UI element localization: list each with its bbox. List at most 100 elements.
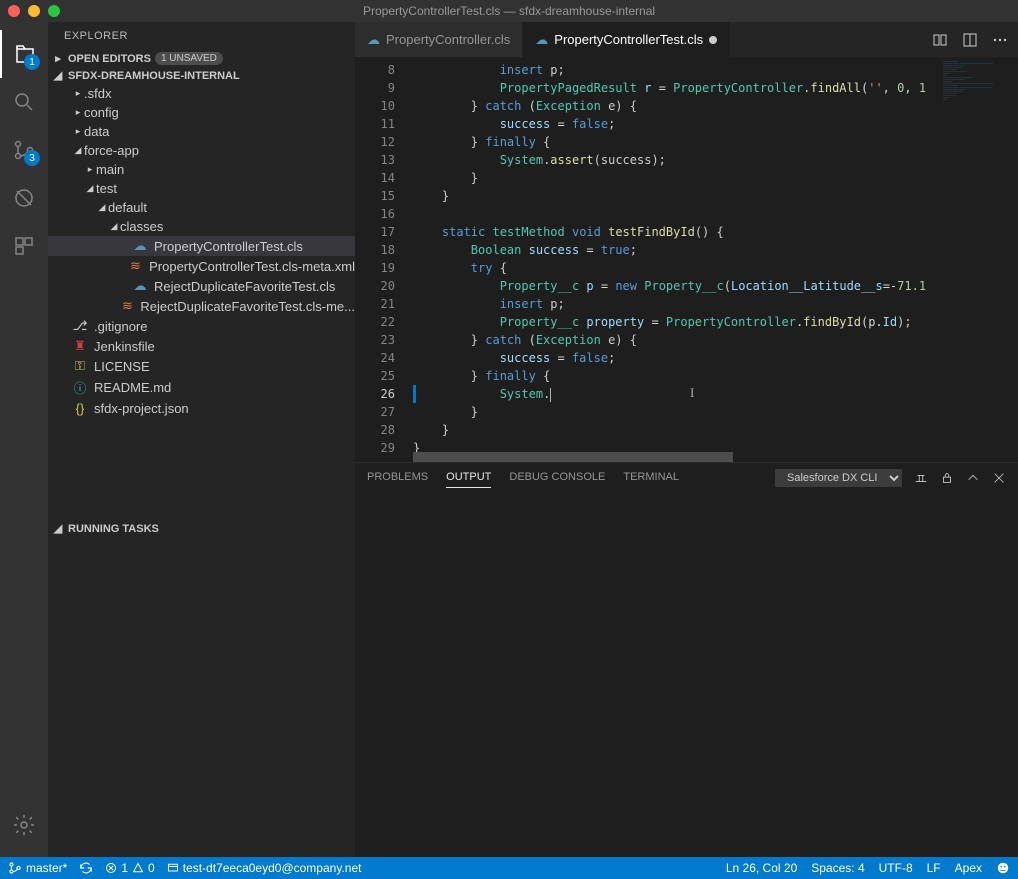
text-cursor-icon: I: [690, 385, 694, 401]
eol[interactable]: LF: [927, 861, 941, 875]
chevron-right-icon: ▸: [72, 88, 84, 99]
dirty-indicator: [709, 36, 717, 44]
tree-item[interactable]: ▸data: [48, 122, 355, 141]
tree-item[interactable]: ◢test: [48, 179, 355, 198]
explorer-icon[interactable]: 1: [0, 30, 48, 78]
close-panel-icon[interactable]: [992, 471, 1006, 485]
window-title: PropertyControllerTest.cls — sfdx-dreamh…: [363, 4, 655, 18]
chevron-down-icon: ◢: [108, 221, 120, 232]
panel-tab-debug-console[interactable]: DEBUG CONSOLE: [509, 467, 605, 488]
panel-tab-output[interactable]: OUTPUT: [446, 467, 491, 488]
chevron-down-icon: ◢: [52, 522, 64, 535]
tree-item-label: README.md: [94, 380, 171, 395]
bottom-panel: PROBLEMS OUTPUT DEBUG CONSOLE TERMINAL Sale…: [355, 462, 1018, 857]
project-header[interactable]: ◢ SFDX-DREAMHOUSE-INTERNAL: [48, 67, 355, 84]
tree-item[interactable]: ⚿ LICENSE: [48, 356, 355, 376]
tree-item-label: default: [108, 200, 147, 215]
debug-icon[interactable]: [0, 174, 48, 222]
git-icon: ⎇: [72, 318, 88, 334]
horizontal-scrollbar[interactable]: [355, 452, 1018, 462]
cursor-position[interactable]: Ln 26, Col 20: [726, 861, 797, 875]
tree-item[interactable]: ◢default: [48, 198, 355, 217]
tree-item[interactable]: ☁ PropertyControllerTest.cls: [48, 236, 355, 256]
chevron-down-icon: ◢: [96, 202, 108, 213]
cloud-icon: ☁: [132, 278, 148, 294]
tree-item[interactable]: ≋PropertyControllerTest.cls-meta.xml: [48, 256, 355, 276]
tab-label: PropertyController.cls: [386, 32, 510, 47]
license-icon: ⚿: [72, 358, 88, 374]
collapse-panel-icon[interactable]: [966, 471, 980, 485]
tree-item[interactable]: ▸.sfdx: [48, 84, 355, 103]
open-editors-label: OPEN EDITORS: [68, 53, 151, 65]
json-icon: {}: [72, 401, 88, 416]
sync-icon[interactable]: [79, 861, 93, 875]
chevron-down-icon: ◢: [52, 69, 64, 82]
more-icon[interactable]: [992, 32, 1008, 48]
tree-item[interactable]: ☁RejectDuplicateFavoriteTest.cls: [48, 276, 355, 296]
titlebar: PropertyControllerTest.cls — sfdx-dreamh…: [0, 0, 1018, 22]
unsaved-badge: 1 UNSAVED: [155, 52, 223, 65]
branch-name: master*: [26, 861, 67, 875]
indentation[interactable]: Spaces: 4: [811, 861, 864, 875]
chevron-right-icon: ▸: [72, 126, 84, 137]
tree-item-label: sfdx-project.json: [94, 401, 189, 416]
tree-item-label: Jenkinsfile: [94, 339, 155, 354]
editor-tab[interactable]: ☁ PropertyController.cls: [355, 22, 523, 57]
tree-item[interactable]: ◢classes: [48, 217, 355, 236]
open-editors-header[interactable]: ▸ OPEN EDITORS 1 UNSAVED: [48, 50, 355, 67]
tree-item-label: LICENSE: [94, 359, 150, 374]
cloud-icon: ☁: [367, 32, 380, 48]
scrollbar-thumb[interactable]: [413, 452, 733, 462]
tree-item[interactable]: ◢force-app: [48, 141, 355, 160]
tree-item-label: .gitignore: [94, 319, 147, 334]
tree-item[interactable]: ⓘ README.md: [48, 376, 355, 399]
running-tasks-header[interactable]: ◢ RUNNING TASKS: [48, 520, 355, 537]
tree-item-label: RejectDuplicateFavoriteTest.cls-me...: [140, 299, 355, 314]
minimap[interactable]: ▪▪▪▪▪▪▪▪▪▪▪▪▪▪▪▪▪▪▪▪▪▪▪▪▪▪▪▪▪▪▪▪▪▪▪▪▪▪▪▪…: [938, 57, 1018, 452]
clear-output-icon[interactable]: [914, 471, 928, 485]
error-count: 1: [121, 861, 128, 875]
file-tree: ▸.sfdx▸config▸data◢force-app▸main◢test◢d…: [48, 84, 355, 418]
problems-status[interactable]: 1 0: [105, 861, 154, 875]
feedback-icon[interactable]: [996, 861, 1010, 875]
chevron-right-icon: ▸: [52, 52, 64, 65]
tree-item-label: classes: [120, 219, 163, 234]
lock-scroll-icon[interactable]: [940, 471, 954, 485]
remote-org[interactable]: test-dt7eeca0eyd0@company.net: [167, 861, 362, 875]
split-editor-icon[interactable]: [962, 32, 978, 48]
editor-area: ☁ PropertyController.cls ☁PropertyControll…: [355, 22, 1018, 857]
rss-icon: ≋: [128, 258, 143, 274]
encoding[interactable]: UTF-8: [879, 861, 913, 875]
cloud-icon: ☁: [132, 238, 148, 254]
editor-body[interactable]: 8910111213141516171819202122232425262728…: [355, 57, 1018, 452]
maximize-window[interactable]: [48, 5, 60, 17]
extensions-icon[interactable]: [0, 222, 48, 270]
sidebar-title: EXPLORER: [48, 22, 355, 50]
minimize-window[interactable]: [28, 5, 40, 17]
project-name: SFDX-DREAMHOUSE-INTERNAL: [68, 70, 240, 82]
tree-item[interactable]: ⎇ .gitignore: [48, 316, 355, 336]
tree-item[interactable]: ▸config: [48, 103, 355, 122]
tab-label: PropertyControllerTest.cls: [554, 32, 703, 47]
line-gutter: 8910111213141516171819202122232425262728…: [355, 57, 413, 452]
close-window[interactable]: [8, 5, 20, 17]
code-content[interactable]: insert p; PropertyPagedResult r = Proper…: [413, 57, 938, 452]
panel-tab-terminal[interactable]: TERMINAL: [623, 467, 679, 488]
git-branch[interactable]: master*: [8, 861, 67, 875]
chevron-down-icon: ◢: [84, 183, 96, 194]
source-control-icon[interactable]: 3: [0, 126, 48, 174]
tree-item-label: config: [84, 105, 119, 120]
search-icon[interactable]: [0, 78, 48, 126]
compare-icon[interactable]: [932, 32, 948, 48]
language-mode[interactable]: Apex: [955, 861, 982, 875]
output-channel-select[interactable]: Salesforce DX CLI: [775, 469, 902, 487]
editor-tab[interactable]: ☁PropertyControllerTest.cls: [523, 22, 730, 57]
info-icon: ⓘ: [72, 378, 88, 397]
tree-item[interactable]: ♜Jenkinsfile: [48, 336, 355, 356]
tree-item[interactable]: ≋RejectDuplicateFavoriteTest.cls-me...: [48, 296, 355, 316]
settings-gear-icon[interactable]: [0, 801, 48, 849]
tree-item[interactable]: ▸main: [48, 160, 355, 179]
tree-item[interactable]: {} sfdx-project.json: [48, 399, 355, 418]
tree-item-label: PropertyControllerTest.cls: [154, 239, 303, 254]
panel-tab-problems[interactable]: PROBLEMS: [367, 467, 428, 488]
